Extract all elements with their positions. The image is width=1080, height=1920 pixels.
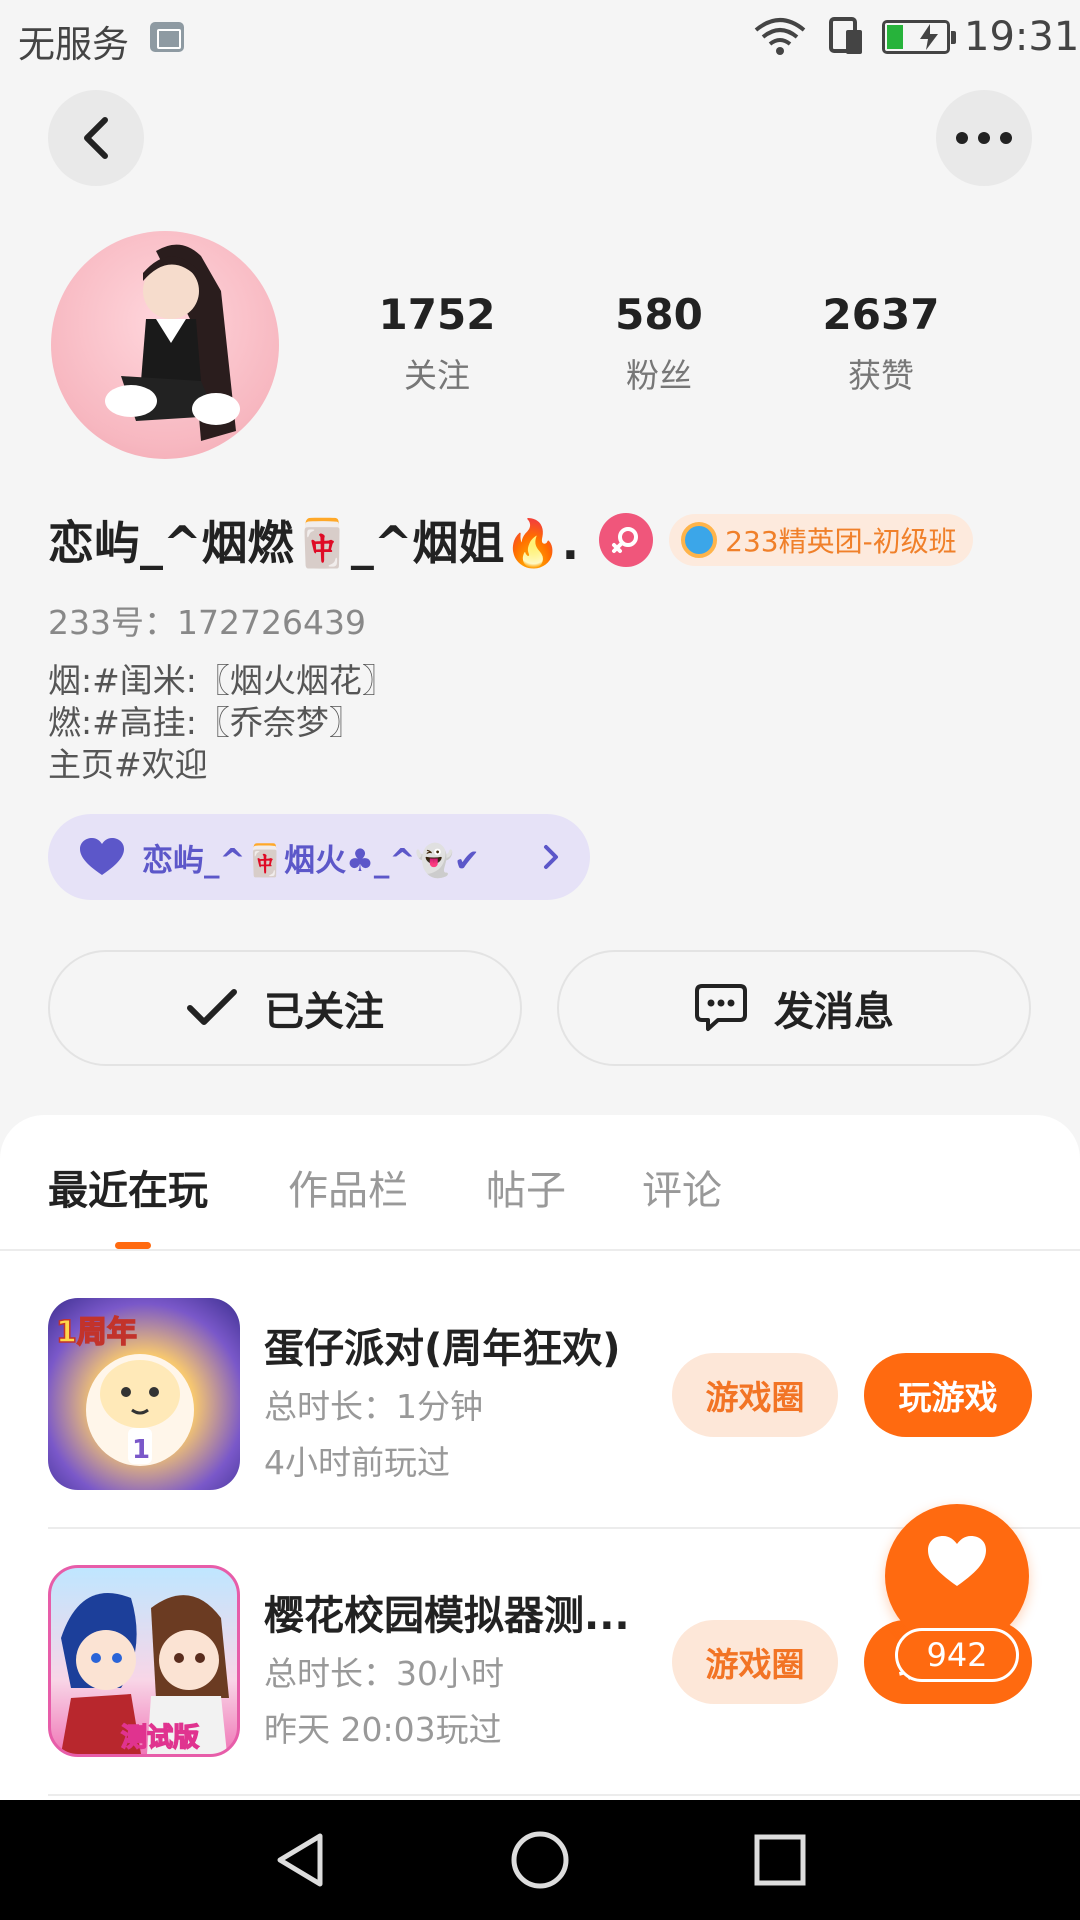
tab-comments[interactable]: 评论	[642, 1158, 722, 1216]
avatar[interactable]	[51, 231, 279, 459]
more-options-button[interactable]	[936, 90, 1032, 186]
carrier-label: 无服务	[18, 23, 129, 66]
stat-label: 获赞	[848, 356, 914, 395]
female-gender-icon	[599, 513, 654, 567]
game-icon-tag: 测试版	[121, 1723, 199, 1753]
game-duration: 总时长：30小时	[264, 1654, 504, 1693]
message-button[interactable]: 发消息	[557, 950, 1031, 1066]
game-last-played: 昨天 20:03玩过	[264, 1710, 502, 1749]
nav-home-icon[interactable]	[510, 1830, 570, 1890]
game-icon-art: 1周年 1	[55, 1314, 194, 1466]
user-bio: 烟:#闺米:〖烟火烟花〗 燃:#高挂:〖乔奈梦〗 主页#欢迎	[48, 660, 395, 786]
game-title: 樱花校园模拟器测...	[264, 1593, 630, 1639]
status-bar: 无服务 19:31	[0, 0, 1080, 72]
back-button[interactable]	[48, 90, 144, 186]
heart-icon	[928, 1536, 986, 1586]
game-icon-tag: 1周年	[56, 1315, 137, 1350]
tab-posts[interactable]: 帖子	[486, 1158, 566, 1216]
play-game-button[interactable]: 玩游戏	[864, 1353, 1032, 1437]
checkmark-icon	[187, 989, 237, 1025]
bio-line: 烟:#闺米:〖烟火烟花〗	[48, 661, 395, 700]
game-title: 蛋仔派对(周年狂欢)	[264, 1326, 621, 1372]
medal-icon	[681, 522, 718, 558]
elite-group-badge[interactable]: 233精英团-初级班	[669, 514, 973, 566]
follow-button-label: 已关注	[264, 989, 384, 1035]
gallery-notification-icon	[150, 22, 184, 52]
game-icon-sakura-school[interactable]: 测试版	[48, 1565, 240, 1757]
more-dots-icon	[956, 132, 1012, 144]
bio-line: 主页#欢迎	[48, 745, 208, 784]
tab-recently-played[interactable]: 最近在玩	[48, 1158, 208, 1216]
heart-icon	[80, 838, 124, 875]
clock: 19:31	[964, 14, 1080, 60]
stat-label: 粉丝	[626, 356, 692, 395]
stat-fans[interactable]: 580 粉丝	[559, 290, 759, 397]
stat-value: 2637	[822, 290, 940, 339]
user-id: 233号：172726439	[48, 603, 366, 642]
svg-text:1: 1	[132, 1435, 150, 1465]
profile-stats: 1752 关注 580 粉丝 2637 获赞	[330, 290, 990, 400]
chevron-left-icon	[84, 117, 108, 159]
tab-works[interactable]: 作品栏	[288, 1158, 408, 1216]
stat-label: 关注	[404, 356, 470, 395]
game-circle-button[interactable]: 游戏圈	[672, 1620, 838, 1704]
divider	[0, 1249, 1080, 1251]
nav-back-icon[interactable]	[272, 1830, 328, 1890]
bio-line: 燃:#高挂:〖乔奈梦〗	[48, 703, 362, 742]
active-tab-indicator	[115, 1242, 151, 1249]
avatar-character-image	[105, 244, 240, 441]
nav-recents-icon[interactable]	[752, 1830, 808, 1890]
like-count-badge: 942	[895, 1628, 1019, 1682]
divider	[48, 1794, 1080, 1796]
follow-button[interactable]: 已关注	[48, 950, 522, 1066]
stat-value: 1752	[378, 290, 496, 339]
badge-label: 233精英团-初级班	[725, 525, 957, 558]
game-icon-eggy-party[interactable]: 1周年 1	[48, 1298, 240, 1490]
game-icon-art: 测试版	[61, 1593, 229, 1754]
fan-group-pill[interactable]: 恋屿_^🀄烟火♣_^👻✔	[48, 814, 590, 900]
user-name: 恋屿_^烟燃🀄_^烟姐🔥.	[48, 516, 580, 570]
wifi-icon	[754, 18, 806, 55]
name-row: 恋屿_^烟燃🀄_^烟姐🔥. 233精英团-初级班	[48, 508, 973, 572]
stat-likes[interactable]: 2637 获赞	[781, 290, 981, 397]
charging-bolt-icon	[920, 24, 938, 50]
chat-bubble-icon	[695, 984, 747, 1031]
like-floating-button[interactable]	[885, 1504, 1029, 1648]
stat-following[interactable]: 1752 关注	[337, 290, 537, 397]
chevron-right-icon	[544, 845, 558, 869]
system-navigation-bar	[0, 1800, 1080, 1920]
game-circle-button[interactable]: 游戏圈	[672, 1353, 838, 1437]
sim-card-icon	[829, 17, 862, 54]
stat-value: 580	[615, 290, 703, 339]
game-list-item[interactable]: 1周年 1 蛋仔派对(周年狂欢) 总时长：1分钟 4小时前玩过 游戏圈 玩游戏	[48, 1298, 1080, 1494]
message-button-label: 发消息	[774, 989, 894, 1035]
game-duration: 总时长：1分钟	[264, 1387, 483, 1426]
fan-group-label: 恋屿_^🀄烟火♣_^👻✔	[142, 842, 480, 879]
game-last-played: 4小时前玩过	[264, 1443, 450, 1482]
